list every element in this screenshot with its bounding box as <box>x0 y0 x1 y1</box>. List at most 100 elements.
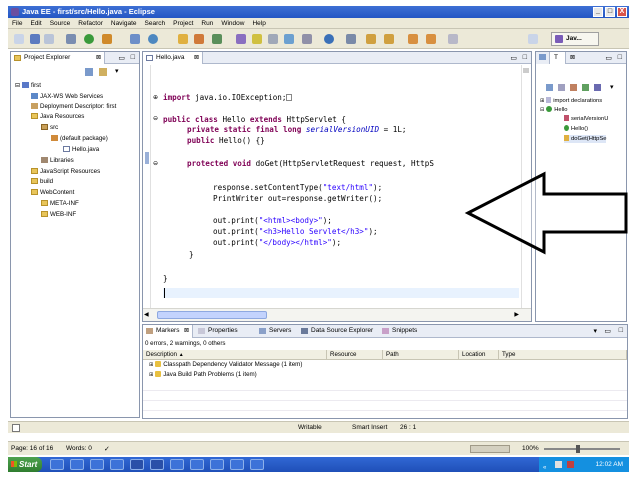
toggle-mark-icon[interactable] <box>252 34 262 44</box>
column-location[interactable]: Location <box>459 350 499 360</box>
code-line-class[interactable]: public class Hello extends HttpServlet { <box>163 115 346 124</box>
open-type-icon[interactable] <box>178 34 188 44</box>
view-menu-icon[interactable]: ▾ <box>593 327 597 335</box>
print-icon[interactable] <box>44 34 54 44</box>
tray-arrow-icon[interactable]: « <box>543 461 546 476</box>
tree-item-jax-ws[interactable]: JAX-WS Web Services <box>31 93 103 101</box>
menu-search[interactable]: Search <box>141 18 170 29</box>
tree-item-src[interactable]: src <box>41 124 58 132</box>
collapse-arrow-icon[interactable]: ⊟ <box>15 83 20 89</box>
tab-task-list[interactable]: T <box>550 52 566 64</box>
tab-project-explorer[interactable]: Project Explorer ⊠ <box>11 52 105 64</box>
column-path[interactable]: Path <box>383 350 459 360</box>
maximize-view-icon[interactable]: □ <box>619 327 623 334</box>
tree-item-java-resources[interactable]: Java Resources <box>31 113 84 121</box>
horizontal-scrollbar[interactable]: ◀ ▶ <box>143 308 531 321</box>
next-annotation-icon[interactable] <box>366 34 376 44</box>
search-icon[interactable] <box>194 34 204 44</box>
fold-icon[interactable]: ⊖ <box>153 160 158 167</box>
outline-item-doget[interactable]: doGet(HttpSe <box>564 135 607 143</box>
menu-navigate[interactable]: Navigate <box>107 18 141 29</box>
expand-icon[interactable]: ⊞ <box>540 98 544 104</box>
annotation-icon[interactable] <box>236 34 246 44</box>
table-row[interactable]: ⊞ Java Build Path Problems (1 item) <box>149 371 257 379</box>
code-line-print-3[interactable]: out.print("</body></html>"); <box>213 238 341 247</box>
tree-item-webcontent[interactable]: WebContent <box>31 189 74 197</box>
column-description[interactable]: Description ▲ <box>143 350 327 360</box>
view-menu-icon[interactable]: ▾ <box>115 68 119 76</box>
expand-icon[interactable]: ⊞ <box>149 372 153 378</box>
taskbar-app-icon[interactable] <box>110 459 124 470</box>
tab-snippets[interactable]: Snippets <box>379 325 431 338</box>
close-button[interactable]: X <box>617 7 627 17</box>
tree-item-default-package[interactable]: (default package) <box>51 135 108 143</box>
collapse-all-icon[interactable] <box>85 68 93 76</box>
maximize-view-icon[interactable]: □ <box>131 54 135 61</box>
zoom-level[interactable]: 100% <box>522 443 539 455</box>
forward-icon[interactable] <box>426 34 436 44</box>
taskbar-app-icon[interactable] <box>150 459 164 470</box>
hide-nonpublic-icon[interactable] <box>582 84 589 91</box>
outline-item-constructor[interactable]: Hello() <box>564 125 588 133</box>
hide-static-icon[interactable] <box>570 84 577 91</box>
hide-fields-icon[interactable] <box>558 84 565 91</box>
view-menu-icon[interactable]: ▾ <box>610 83 614 91</box>
zoom-slider[interactable] <box>544 448 620 450</box>
back-icon[interactable] <box>408 34 418 44</box>
tab-properties[interactable]: Properties <box>195 325 257 338</box>
tab-data-source-explorer[interactable]: Data Source Explorer <box>298 325 380 338</box>
menu-source[interactable]: Source <box>46 18 75 29</box>
minimize-editor-icon[interactable]: ▭ <box>510 54 517 62</box>
fast-view-icon[interactable] <box>12 424 20 432</box>
taskbar-app-icon[interactable] <box>130 459 144 470</box>
code-line-print-2[interactable]: out.print("<h3>Hello Servlet</h3>"); <box>213 227 378 236</box>
expand-icon[interactable]: ⊞ <box>149 362 153 368</box>
column-type[interactable]: Type <box>499 350 627 360</box>
code-line-print-1[interactable]: out.print("<html><body>"); <box>213 216 332 225</box>
show-ws-icon[interactable] <box>302 34 312 44</box>
whitespace-icon[interactable] <box>284 34 294 44</box>
taskbar-app-icon[interactable] <box>190 459 204 470</box>
tree-item-javascript-resources[interactable]: JavaScript Resources <box>31 168 100 176</box>
web-browser-icon[interactable] <box>148 34 158 44</box>
minimize-button[interactable]: _ <box>593 7 603 17</box>
close-tab-icon[interactable]: ⊠ <box>96 52 101 64</box>
column-resource[interactable]: Resource <box>327 350 383 360</box>
save-icon[interactable] <box>30 34 40 44</box>
tab-hello-java[interactable]: Hello.java ⊠ <box>143 52 203 64</box>
external-tools-icon[interactable] <box>102 34 112 44</box>
scroll-thumb[interactable] <box>157 311 267 319</box>
close-tab-icon[interactable]: ⊠ <box>184 325 189 337</box>
globe-icon[interactable] <box>324 34 334 44</box>
new-server-icon[interactable] <box>130 34 140 44</box>
code-line-constructor[interactable]: public Hello() {} <box>187 136 265 145</box>
maximize-view-icon[interactable]: □ <box>618 54 622 61</box>
tree-item-meta-inf[interactable]: META-INF <box>41 200 79 208</box>
taskbar-app-icon[interactable] <box>230 459 244 470</box>
code-line-getwriter[interactable]: PrintWriter out=response.getWriter(); <box>213 194 382 203</box>
collapse-icon[interactable]: ⊟ <box>540 107 544 113</box>
minimize-view-icon[interactable]: ▭ <box>604 327 611 335</box>
menu-file[interactable]: File <box>8 18 26 29</box>
proofing-icon[interactable]: ✓ <box>104 445 110 453</box>
overview-marker-icon[interactable] <box>523 68 529 73</box>
code-line-setcontenttype[interactable]: response.setContentType("text/html"); <box>213 183 382 192</box>
scroll-left-icon[interactable]: ◀ <box>144 311 149 318</box>
menu-run[interactable]: Run <box>197 18 217 29</box>
block-select-icon[interactable] <box>268 34 278 44</box>
taskbar-app-icon[interactable] <box>170 459 184 470</box>
open-task-icon[interactable] <box>212 34 222 44</box>
taskbar-app-icon[interactable] <box>70 459 84 470</box>
scroll-right-icon[interactable]: ▶ <box>514 311 519 318</box>
tree-item-web-inf[interactable]: WEB-INF <box>41 211 76 219</box>
menu-help[interactable]: Help <box>248 18 269 29</box>
debug-icon[interactable] <box>66 34 76 44</box>
outline-item-imports[interactable]: ⊞ import declarations <box>540 97 602 105</box>
zoom-slider-thumb[interactable] <box>576 445 580 453</box>
fold-icon[interactable]: ⊕ <box>153 94 158 101</box>
java-ee-perspective-button[interactable]: Jav... <box>551 32 599 46</box>
menu-edit[interactable]: Edit <box>26 18 45 29</box>
skip-icon[interactable] <box>346 34 356 44</box>
new-icon[interactable] <box>14 34 24 44</box>
close-tab-icon[interactable]: ⊠ <box>570 54 575 61</box>
